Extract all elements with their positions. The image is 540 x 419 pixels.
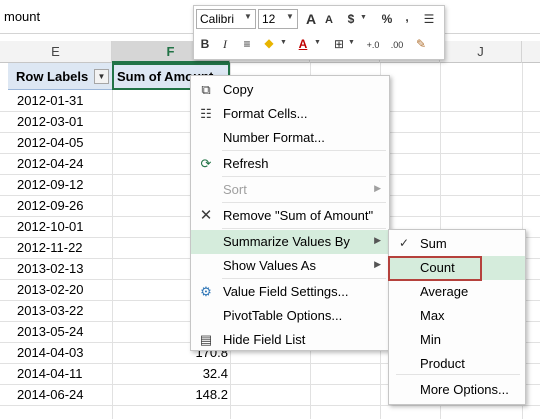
- menu-item-label: Refresh: [223, 156, 269, 171]
- decrease-font-size-icon[interactable]: A: [320, 11, 338, 29]
- close-icon: ✕: [199, 207, 213, 224]
- menu-separator: [222, 150, 386, 151]
- refresh-icon: ⟳: [200, 156, 212, 171]
- row-label[interactable]: 2012-11-22: [17, 240, 83, 255]
- menu-item-label: Value Field Settings...: [223, 284, 349, 299]
- format-table-icon[interactable]: ☰: [420, 10, 438, 28]
- menu-item-label: Show Values As: [223, 258, 316, 273]
- field-settings-icon: ⚙: [200, 284, 212, 299]
- chevron-right-icon: ▶: [374, 183, 381, 193]
- menu-separator: [222, 202, 386, 203]
- format-cells-icon: ☷: [200, 106, 212, 121]
- row-label[interactable]: 2013-05-24: [17, 324, 84, 339]
- submenu-item-product[interactable]: Product: [389, 352, 525, 376]
- submenu-item-label: Product: [420, 356, 465, 371]
- copy-icon: ⧉: [201, 82, 211, 97]
- count-highlight-frame: [388, 256, 482, 281]
- menu-item-summarize-values-by[interactable]: Summarize Values By ▶: [191, 230, 389, 254]
- format-painter-icon[interactable]: ✎: [412, 35, 430, 53]
- menu-separator: [396, 374, 520, 375]
- italic-icon[interactable]: I: [216, 35, 234, 53]
- currency-format-icon[interactable]: $: [342, 10, 360, 28]
- submenu-item-label: Sum: [420, 236, 447, 251]
- checkmark-icon: ✓: [399, 236, 410, 250]
- row-label[interactable]: 2014-04-11: [17, 366, 83, 381]
- menu-item-label: Number Format...: [223, 130, 325, 145]
- menu-item-sort[interactable]: Sort ▶: [191, 178, 389, 202]
- column-header-j[interactable]: J: [440, 41, 522, 63]
- row-label[interactable]: 2012-10-01: [17, 219, 84, 234]
- menu-item-hide-field-list[interactable]: ▤ Hide Field List: [191, 328, 389, 352]
- grid-line: [0, 405, 540, 406]
- submenu-item-min[interactable]: Min: [389, 328, 525, 352]
- submenu-item-max[interactable]: Max: [389, 304, 525, 328]
- row-label[interactable]: 2014-06-24: [17, 387, 84, 402]
- menu-item-show-values-as[interactable]: Show Values As ▶: [191, 254, 389, 278]
- submenu-item-label: Max: [420, 308, 445, 323]
- submenu-item-more-options[interactable]: More Options...: [389, 378, 525, 402]
- filter-dropdown-button[interactable]: ▼: [94, 69, 109, 84]
- menu-item-label: Copy: [223, 82, 254, 97]
- menu-item-refresh[interactable]: ⟳ Refresh: [191, 152, 389, 176]
- increase-decimal-icon[interactable]: +.0: [362, 36, 384, 54]
- menu-item-label: PivotTable Options...: [223, 308, 343, 323]
- menu-item-label: Remove "Sum of Amount": [223, 208, 374, 223]
- bold-icon[interactable]: B: [196, 35, 214, 53]
- percent-style-icon[interactable]: %: [378, 10, 396, 28]
- row-label[interactable]: 2012-09-26: [17, 198, 84, 213]
- chevron-down-icon: ▼: [348, 39, 355, 46]
- row-label[interactable]: 2012-01-31: [17, 93, 84, 108]
- comma-style-icon[interactable]: ,: [398, 8, 416, 26]
- menu-item-label: Hide Field List: [223, 332, 306, 347]
- amount-value[interactable]: 148.2: [168, 387, 228, 402]
- row-label[interactable]: 2013-02-13: [17, 261, 84, 276]
- borders-icon[interactable]: ⊞: [330, 35, 348, 53]
- menu-separator: [222, 176, 386, 177]
- menu-item-pivottable-options[interactable]: PivotTable Options...: [191, 304, 389, 328]
- chevron-down-icon: ▼: [314, 39, 321, 46]
- row-label[interactable]: 2012-04-24: [17, 156, 84, 171]
- row-label[interactable]: 2013-03-22: [17, 303, 84, 318]
- submenu-item-label: Min: [420, 332, 441, 347]
- align-center-icon[interactable]: ≡: [238, 35, 256, 53]
- menu-separator: [222, 278, 386, 279]
- fill-color-icon[interactable]: ◆: [260, 34, 278, 52]
- row-label[interactable]: 2012-03-01: [17, 114, 84, 129]
- chevron-down-icon: ▼: [280, 39, 287, 46]
- chevron-down-icon: ▼: [244, 12, 252, 21]
- menu-item-label: Summarize Values By: [223, 234, 350, 249]
- menu-item-number-format[interactable]: Number Format...: [191, 126, 389, 150]
- decrease-decimal-icon[interactable]: .00: [386, 36, 408, 54]
- submenu-item-label: More Options...: [420, 382, 509, 397]
- font-color-icon[interactable]: A: [294, 35, 312, 53]
- submenu-item-sum[interactable]: ✓ Sum: [389, 232, 525, 256]
- submenu-item-average[interactable]: Average: [389, 280, 525, 304]
- menu-item-value-field-settings[interactable]: ⚙ Value Field Settings...: [191, 280, 389, 304]
- chevron-right-icon: ▶: [374, 235, 381, 245]
- menu-item-label: Sort: [223, 182, 247, 197]
- menu-separator: [222, 228, 386, 229]
- row-label[interactable]: 2012-09-12: [17, 177, 84, 192]
- amount-value[interactable]: 32.4: [168, 366, 228, 381]
- chevron-down-icon: ▼: [286, 12, 294, 21]
- formula-bar-text: mount: [4, 9, 41, 24]
- column-header-e[interactable]: E: [0, 41, 112, 63]
- menu-item-copy[interactable]: ⧉ Copy: [191, 78, 389, 102]
- field-list-icon: ▤: [199, 332, 213, 347]
- increase-font-size-icon[interactable]: A: [302, 10, 320, 28]
- chevron-down-icon: ▼: [360, 14, 367, 21]
- grid-line: [112, 63, 113, 419]
- submenu-item-label: Average: [420, 284, 469, 299]
- row-label[interactable]: 2012-04-05: [17, 135, 84, 150]
- menu-item-label: Format Cells...: [223, 106, 308, 121]
- row-labels-header-text: Row Labels: [16, 69, 89, 84]
- row-label[interactable]: 2013-02-20: [17, 282, 84, 297]
- menu-item-format-cells[interactable]: ☷ Format Cells...: [191, 102, 389, 126]
- menu-item-remove[interactable]: ✕ Remove "Sum of Amount": [191, 204, 389, 228]
- row-label[interactable]: 2014-04-03: [17, 345, 84, 360]
- chevron-right-icon: ▶: [374, 259, 381, 269]
